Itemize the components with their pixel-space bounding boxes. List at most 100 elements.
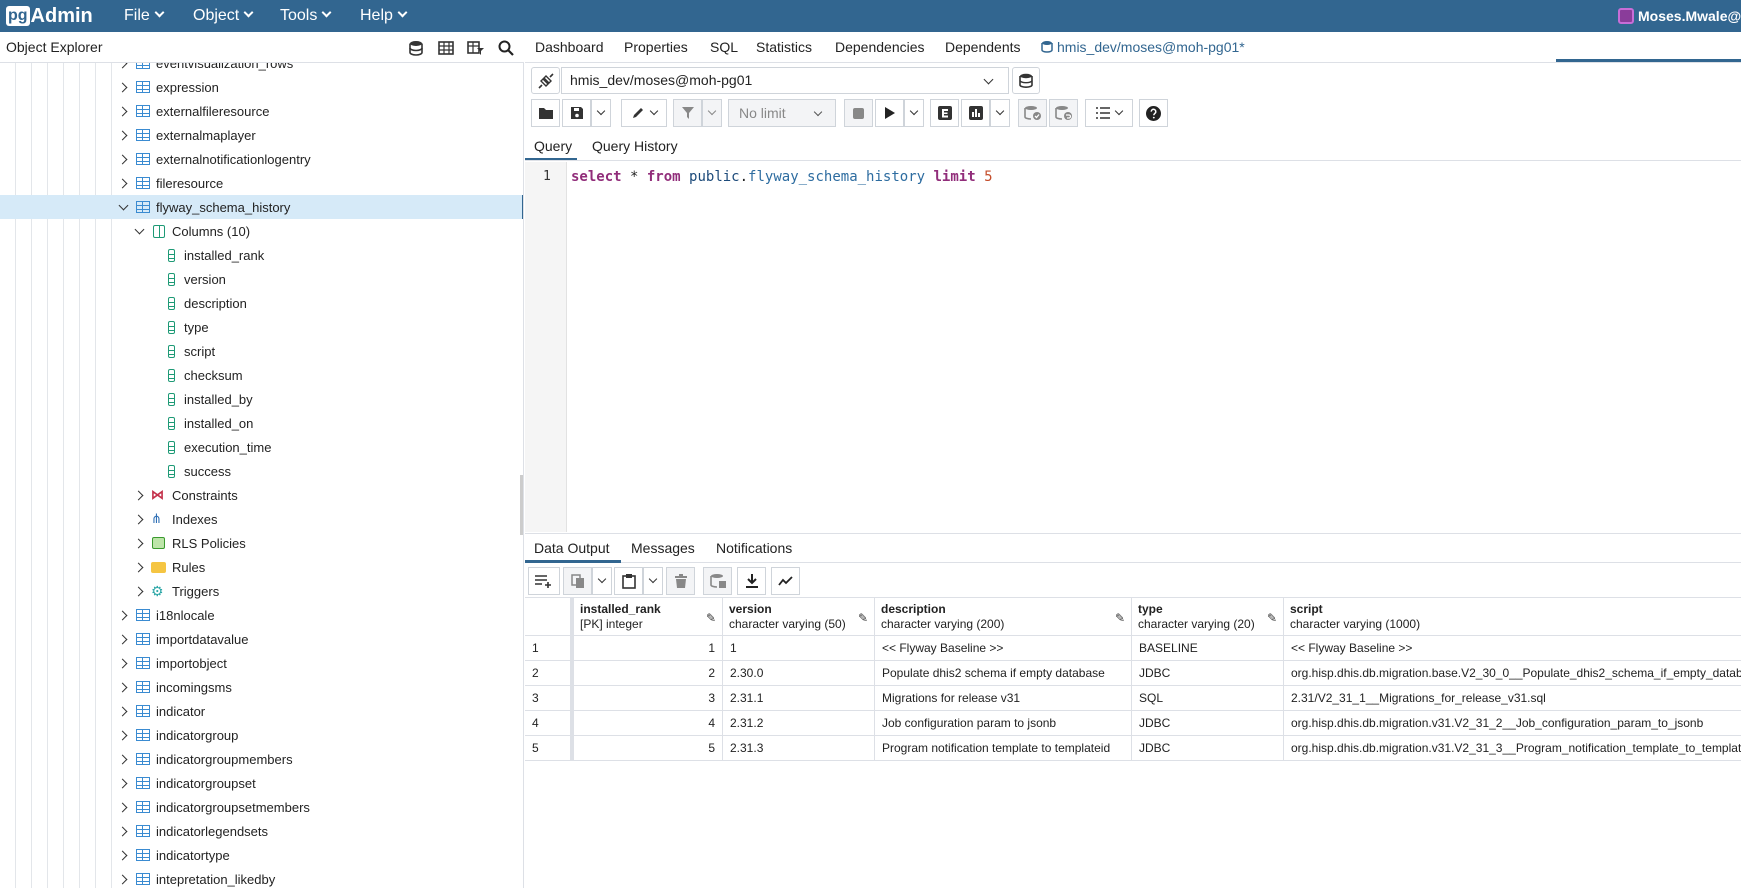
connection-select[interactable]: hmis_dev/moses@moh-pg01: [561, 67, 1009, 94]
tab-query[interactable]: Query: [534, 138, 572, 154]
open-file-button[interactable]: [531, 99, 560, 127]
filter-options-dropdown[interactable]: [702, 99, 722, 127]
tab-data-output[interactable]: Data Output: [534, 540, 610, 556]
tree-node-column[interactable]: installed_by: [0, 387, 523, 411]
chevron-right-icon[interactable]: [134, 586, 144, 596]
save-file-button[interactable]: [562, 99, 591, 127]
tree-node-table[interactable]: indicatorlegendsets: [0, 819, 523, 843]
column-header-installed-rank[interactable]: installed_rank [PK] integer ✎: [571, 598, 723, 636]
table-cell[interactable]: 2.31.1: [723, 686, 875, 711]
tab-dependencies[interactable]: Dependencies: [835, 39, 925, 55]
row-limit-select[interactable]: No limit: [728, 99, 836, 127]
tree-node-table[interactable]: incomingsms: [0, 675, 523, 699]
table-cell[interactable]: << Flyway Baseline >>: [875, 636, 1132, 661]
save-options-dropdown[interactable]: [591, 99, 611, 127]
chevron-down-icon[interactable]: [118, 202, 128, 212]
add-row-button[interactable]: [528, 567, 560, 595]
row-number[interactable]: 2: [525, 661, 571, 686]
macros-menu-button[interactable]: [1085, 99, 1133, 127]
table-cell[interactable]: org.hisp.dhis.db.migration.base.V2_30_0_…: [1284, 661, 1741, 686]
tree-node-table[interactable]: externalnotificationlogentry: [0, 147, 523, 171]
tab-sql[interactable]: SQL: [710, 39, 738, 55]
chevron-right-icon[interactable]: [118, 850, 128, 860]
explain-options-dropdown[interactable]: [990, 99, 1010, 127]
graph-visualiser-button[interactable]: [771, 567, 800, 595]
table-cell[interactable]: SQL: [1132, 686, 1284, 711]
table-cell[interactable]: JDBC: [1132, 711, 1284, 736]
pencil-icon[interactable]: ✎: [1115, 611, 1125, 626]
chevron-down-icon[interactable]: [134, 226, 144, 236]
help-button[interactable]: [1139, 99, 1168, 127]
table-cell[interactable]: << Flyway Baseline >>: [1284, 636, 1741, 661]
explain-button[interactable]: [930, 99, 959, 127]
save-data-button[interactable]: [703, 567, 732, 595]
tab-dependents[interactable]: Dependents: [945, 39, 1021, 55]
table-cell[interactable]: org.hisp.dhis.db.migration.v31.V2_31_2__…: [1284, 711, 1741, 736]
table-cell[interactable]: Job configuration param to jsonb: [875, 711, 1132, 736]
chevron-right-icon[interactable]: [134, 490, 144, 500]
pencil-icon[interactable]: ✎: [858, 611, 868, 626]
tree-node-triggers[interactable]: ⚙ Triggers: [0, 579, 523, 603]
rollback-button[interactable]: [1049, 99, 1078, 127]
tree-node-column[interactable]: installed_rank: [0, 243, 523, 267]
column-header-description[interactable]: description character varying (200) ✎: [875, 598, 1132, 636]
tree-node-rls-policies[interactable]: RLS Policies: [0, 531, 523, 555]
connection-status-button[interactable]: [531, 67, 560, 94]
chevron-right-icon[interactable]: [118, 874, 128, 884]
chevron-right-icon[interactable]: [118, 178, 128, 188]
tree-node-table-selected[interactable]: flyway_schema_history: [0, 195, 523, 219]
row-number[interactable]: 4: [525, 711, 571, 736]
chevron-right-icon[interactable]: [118, 778, 128, 788]
row-number[interactable]: 5: [525, 736, 571, 761]
delete-row-button[interactable]: [666, 567, 695, 595]
chevron-right-icon[interactable]: [118, 634, 128, 644]
chevron-right-icon[interactable]: [118, 154, 128, 164]
tree-node-column[interactable]: installed_on: [0, 411, 523, 435]
sql-code[interactable]: select * from public.flyway_schema_histo…: [571, 169, 993, 185]
tree-node-table[interactable]: intepretation_likedby: [0, 867, 523, 888]
tree-node-table[interactable]: expression: [0, 75, 523, 99]
table-cell[interactable]: 4: [571, 711, 723, 736]
chevron-right-icon[interactable]: [118, 106, 128, 116]
table-cell[interactable]: 2.30.0: [723, 661, 875, 686]
tab-properties[interactable]: Properties: [624, 39, 688, 55]
new-connection-button[interactable]: [1012, 67, 1040, 94]
menu-help[interactable]: Help: [360, 0, 408, 32]
table-cell[interactable]: Program notification template to templat…: [875, 736, 1132, 761]
tree-node-column[interactable]: script: [0, 339, 523, 363]
table-cell[interactable]: 5: [571, 736, 723, 761]
chevron-right-icon[interactable]: [134, 514, 144, 524]
chevron-right-icon[interactable]: [118, 130, 128, 140]
column-header-version[interactable]: version character varying (50) ✎: [723, 598, 875, 636]
tree-node-table[interactable]: indicatorgroupmembers: [0, 747, 523, 771]
sql-editor[interactable]: 1 select * from public.flyway_schema_his…: [525, 162, 1741, 532]
chevron-right-icon[interactable]: [118, 826, 128, 836]
search-button[interactable]: [494, 36, 518, 60]
copy-options-dropdown[interactable]: [592, 567, 612, 595]
tree-node-column[interactable]: description: [0, 291, 523, 315]
tree-node-table[interactable]: externalmaplayer: [0, 123, 523, 147]
tree-node-table[interactable]: i18nlocale: [0, 603, 523, 627]
view-data-button[interactable]: [434, 36, 458, 60]
column-header-script[interactable]: scriptcharacter varying (1000)✎: [1284, 598, 1741, 636]
table-cell[interactable]: 2.31.3: [723, 736, 875, 761]
filter-button[interactable]: [673, 99, 702, 127]
tree-node-table[interactable]: indicator: [0, 699, 523, 723]
tree-node-constraints[interactable]: ⋈ Constraints: [0, 483, 523, 507]
row-number[interactable]: 3: [525, 686, 571, 711]
panel-splitter-handle[interactable]: [520, 475, 523, 535]
table-cell[interactable]: 2: [571, 661, 723, 686]
chevron-right-icon[interactable]: [118, 82, 128, 92]
pencil-icon[interactable]: ✎: [706, 611, 716, 626]
chevron-right-icon[interactable]: [118, 682, 128, 692]
query-tool-button[interactable]: [404, 36, 428, 60]
table-cell[interactable]: 1: [723, 636, 875, 661]
chevron-right-icon[interactable]: [118, 730, 128, 740]
tab-dashboard[interactable]: Dashboard: [535, 39, 604, 55]
chevron-right-icon[interactable]: [118, 63, 128, 68]
tab-statistics[interactable]: Statistics: [756, 39, 812, 55]
tree-node-table[interactable]: indicatortype: [0, 843, 523, 867]
table-cell[interactable]: 2.31/V2_31_1__Migrations_for_release_v31…: [1284, 686, 1741, 711]
tree-node-rules[interactable]: Rules: [0, 555, 523, 579]
edit-menu-button[interactable]: [621, 99, 667, 127]
